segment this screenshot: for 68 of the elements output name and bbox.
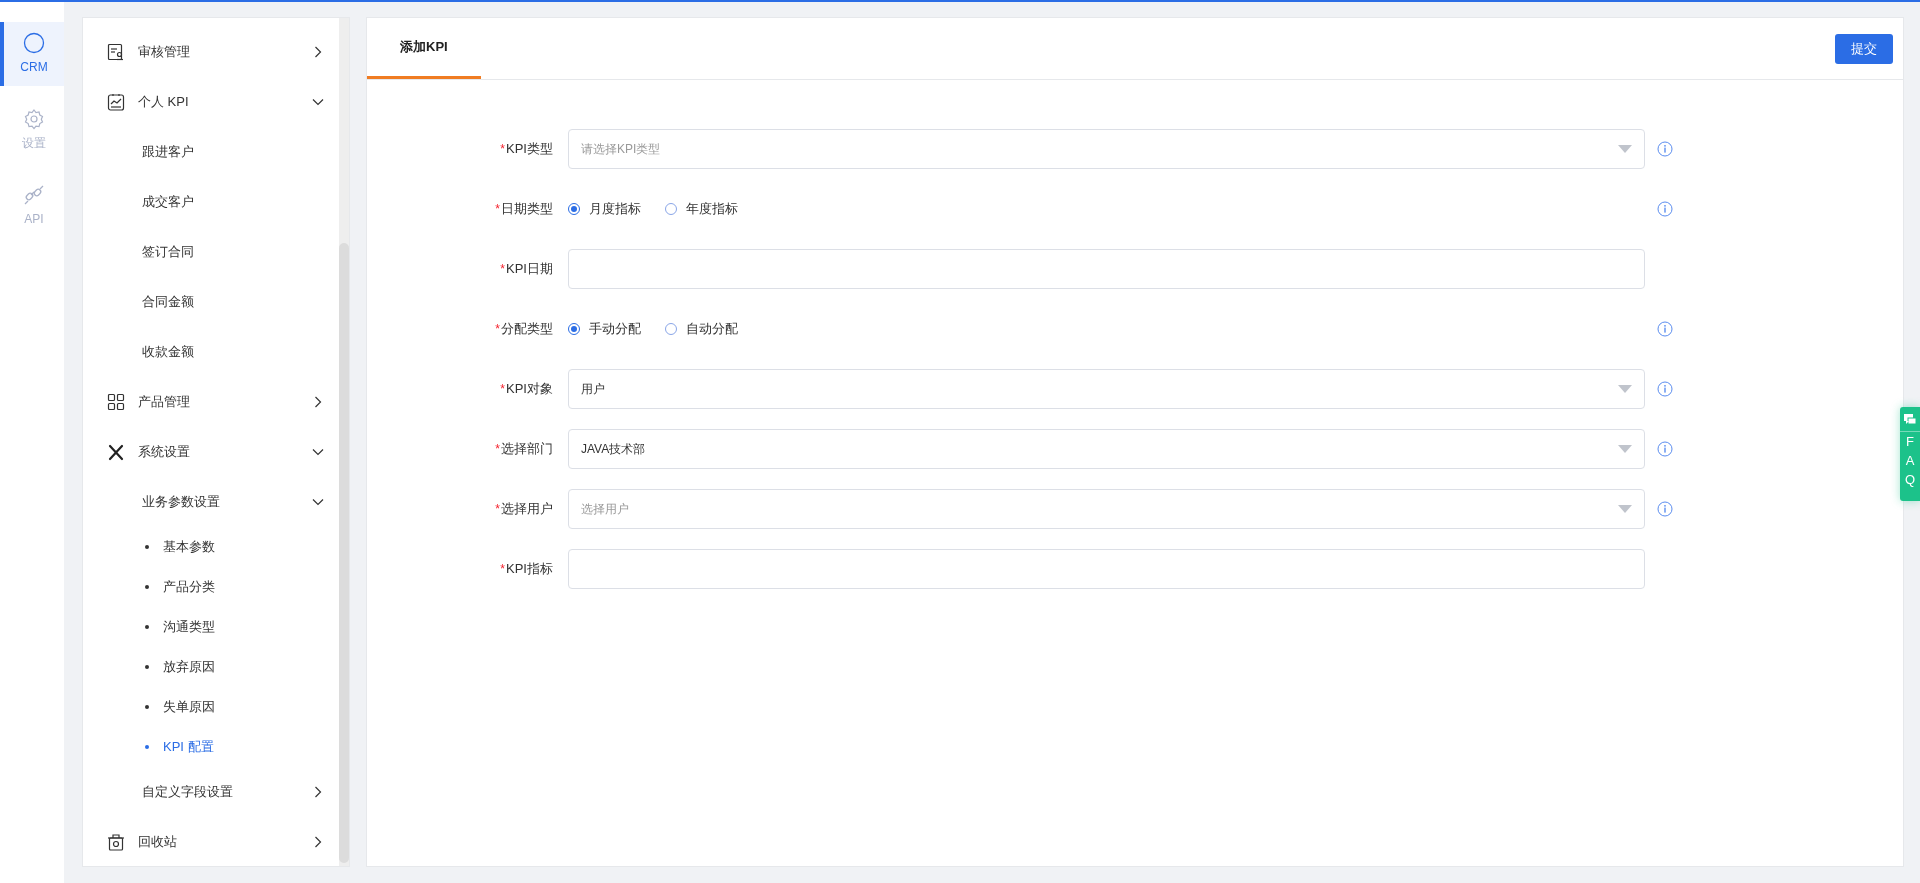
caret-icon bbox=[1618, 505, 1632, 513]
caret-icon bbox=[1618, 445, 1632, 453]
bullet-icon bbox=[145, 705, 149, 709]
bullet-icon bbox=[145, 745, 149, 749]
caret-icon bbox=[1618, 145, 1632, 153]
grid-icon bbox=[107, 393, 125, 411]
select-field[interactable]: 用户 bbox=[568, 369, 1645, 409]
faq-letter: F bbox=[1906, 433, 1914, 451]
menu-item[interactable]: 审核管理 bbox=[83, 27, 341, 77]
field-label: 分配类型 bbox=[501, 320, 553, 339]
plug-icon bbox=[23, 184, 45, 206]
input-field[interactable] bbox=[568, 249, 1645, 289]
field-label: KPI对象 bbox=[506, 380, 553, 399]
field-label: KPI类型 bbox=[506, 140, 553, 159]
radio-option[interactable]: 自动分配 bbox=[665, 319, 738, 339]
required-mark: * bbox=[500, 381, 506, 398]
required-mark: * bbox=[495, 441, 500, 458]
radio-option[interactable]: 手动分配 bbox=[568, 319, 641, 339]
input-field[interactable] bbox=[568, 549, 1645, 589]
menu-item[interactable]: 放弃原因 bbox=[83, 647, 341, 687]
menu-item[interactable]: 签订合同 bbox=[83, 227, 341, 277]
menu-item[interactable]: 自定义字段设置 bbox=[83, 767, 341, 817]
menu-item[interactable]: 基本参数 bbox=[83, 527, 341, 567]
menu-item[interactable]: 跟进客户 bbox=[83, 127, 341, 177]
faq-letter: A bbox=[1905, 452, 1915, 470]
bullet-icon bbox=[145, 585, 149, 589]
menu-item[interactable]: 收款金额 bbox=[83, 327, 341, 377]
required-mark: * bbox=[500, 261, 506, 278]
caret-icon bbox=[1618, 385, 1632, 393]
circle-icon bbox=[23, 32, 45, 54]
menu-item[interactable]: 业务参数设置 bbox=[83, 477, 341, 527]
document-icon bbox=[107, 43, 125, 61]
gear-icon bbox=[23, 108, 45, 130]
menu-item[interactable]: 个人 KPI bbox=[83, 77, 341, 127]
radio-option[interactable]: 月度指标 bbox=[568, 199, 641, 219]
chart-icon bbox=[107, 93, 125, 111]
required-mark: * bbox=[495, 321, 500, 338]
menu-item[interactable]: 成交客户 bbox=[83, 177, 341, 227]
trash-icon bbox=[107, 833, 125, 851]
field-label: 选择部门 bbox=[501, 440, 553, 459]
field-label: KPI指标 bbox=[506, 560, 553, 579]
submit-button[interactable]: 提交 bbox=[1835, 33, 1893, 64]
required-mark: * bbox=[500, 561, 506, 578]
field-label: 日期类型 bbox=[501, 200, 553, 219]
required-mark: * bbox=[495, 501, 500, 518]
bullet-icon bbox=[145, 625, 149, 629]
scrollbar-thumb[interactable] bbox=[339, 243, 349, 863]
faq-letter: Q bbox=[1904, 471, 1916, 489]
menu-item[interactable]: 沟通类型 bbox=[83, 607, 341, 647]
menu-item[interactable]: 系统设置 bbox=[83, 427, 341, 477]
field-label: 选择用户 bbox=[501, 500, 553, 519]
tab[interactable]: 添加KPI bbox=[367, 18, 481, 79]
menu-item[interactable]: 回收站 bbox=[83, 817, 341, 866]
tools-icon bbox=[107, 443, 125, 461]
menu-item[interactable]: 产品管理 bbox=[83, 377, 341, 427]
menu-item[interactable]: 合同金额 bbox=[83, 277, 341, 327]
required-mark: * bbox=[500, 141, 506, 158]
menu-item[interactable]: 产品分类 bbox=[83, 567, 341, 607]
menu-item[interactable]: KPI 配置 bbox=[83, 727, 341, 767]
rail-item[interactable]: CRM bbox=[0, 22, 64, 86]
field-label: KPI日期 bbox=[506, 260, 553, 279]
bullet-icon bbox=[145, 545, 149, 549]
chat-icon bbox=[1903, 413, 1917, 427]
select-field[interactable]: JAVA技术部 bbox=[568, 429, 1645, 469]
bullet-icon bbox=[145, 665, 149, 669]
required-mark: * bbox=[495, 201, 500, 218]
radio-option[interactable]: 年度指标 bbox=[665, 199, 738, 219]
menu-item[interactable]: 失单原因 bbox=[83, 687, 341, 727]
